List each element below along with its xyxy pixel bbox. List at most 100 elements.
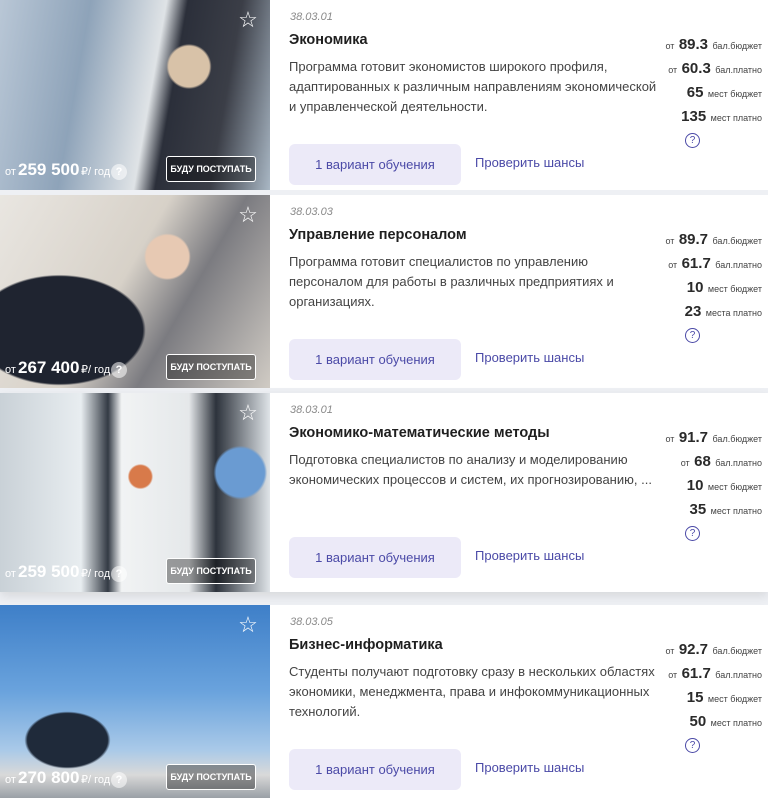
admission-stats: от 89.7 бал.бюджет от 61.7 бал.платно 10… xyxy=(652,231,762,343)
star-outline-icon[interactable]: ☆ xyxy=(236,203,260,227)
admission-stats: от 89.3 бал.бюджет от 60.3 бал.платно 65… xyxy=(652,36,762,148)
price-prefix: от xyxy=(5,364,16,376)
program-description: Программа готовит экономистов широкого п… xyxy=(289,59,657,114)
stat-prefix: от xyxy=(680,458,690,468)
question-icon[interactable]: ? xyxy=(685,328,700,343)
stat-budget-places: 65 мест бюджет xyxy=(652,84,762,108)
apply-button[interactable]: БУДУ ПОСТУПАТЬ xyxy=(166,764,256,790)
program-title[interactable]: Экономико-математические методы xyxy=(289,425,550,441)
question-icon[interactable]: ? xyxy=(685,526,700,541)
study-variants-button[interactable]: 1 вариант обучения xyxy=(289,749,461,790)
program-card: ☆ от 259 500 ₽/ год ? БУДУ ПОСТУПАТЬ 38.… xyxy=(0,0,768,190)
price-prefix: от xyxy=(5,774,16,786)
price-prefix: от xyxy=(5,568,16,580)
stat-prefix: от xyxy=(668,260,678,270)
question-icon[interactable]: ? xyxy=(685,738,700,753)
study-variants-button[interactable]: 1 вариант обучения xyxy=(289,339,461,380)
program-photo[interactable]: ☆ от 259 500 ₽/ год ? БУДУ ПОСТУПАТЬ xyxy=(0,0,270,190)
stat-label: мест бюджет xyxy=(707,694,762,704)
question-icon[interactable]: ? xyxy=(111,164,127,180)
program-code: 38.03.05 xyxy=(290,616,333,628)
stat-label: мест платно xyxy=(710,718,762,728)
apply-button[interactable]: БУДУ ПОСТУПАТЬ xyxy=(166,558,256,584)
stat-budget-score: от 92.7 бал.бюджет xyxy=(652,641,762,665)
price-row: от 267 400 ₽/ год ? БУДУ ПОСТУПАТЬ xyxy=(0,354,270,380)
program-card: ☆ от 270 800 ₽/ год ? БУДУ ПОСТУПАТЬ 38.… xyxy=(0,605,768,798)
question-icon[interactable]: ? xyxy=(111,362,127,378)
check-chances-link[interactable]: Проверить шансы xyxy=(475,350,584,365)
stat-value: 89.7 xyxy=(678,231,709,248)
stat-value: 68 xyxy=(694,453,711,470)
stat-label: бал.бюджет xyxy=(712,646,762,656)
stat-value: 50 xyxy=(689,713,707,730)
stat-label: мест бюджет xyxy=(707,482,762,492)
stat-budget-score: от 89.7 бал.бюджет xyxy=(652,231,762,255)
program-title[interactable]: Управление персоналом xyxy=(289,227,467,243)
stat-label: бал.бюджет xyxy=(712,41,762,51)
stat-prefix: от xyxy=(668,670,678,680)
stat-label: бал.платно xyxy=(715,260,762,270)
stat-paid-places: 35 мест платно xyxy=(652,501,763,525)
stat-label: бал.бюджет xyxy=(712,434,762,444)
program-description: Программа готовит специалистов по управл… xyxy=(289,254,614,309)
program-code: 38.03.03 xyxy=(290,206,333,218)
stat-value: 23 xyxy=(684,303,702,320)
stat-value: 89.3 xyxy=(678,36,709,53)
check-chances-link[interactable]: Проверить шансы xyxy=(475,155,584,170)
price-value: 259 500 xyxy=(18,562,80,581)
stat-prefix: от xyxy=(665,236,675,246)
stat-prefix: от xyxy=(668,65,678,75)
stat-paid-score: от 61.7 бал.платно xyxy=(652,255,762,279)
stat-value: 61.7 xyxy=(681,255,711,272)
price-unit: ₽/ год xyxy=(81,364,111,376)
stat-label: бал.бюджет xyxy=(712,236,762,246)
question-icon[interactable]: ? xyxy=(685,133,700,148)
stat-value: 65 xyxy=(686,84,704,101)
stat-paid-score: от 68 бал.платно xyxy=(652,453,762,477)
price-unit: ₽/ год xyxy=(81,568,111,580)
question-icon[interactable]: ? xyxy=(111,566,127,582)
price-value: 270 800 xyxy=(18,768,80,787)
program-description: Подготовка специалистов по анализу и мод… xyxy=(289,452,652,487)
star-outline-icon[interactable]: ☆ xyxy=(236,401,260,425)
stat-prefix: от xyxy=(665,434,675,444)
program-photo[interactable]: ☆ от 267 400 ₽/ год ? БУДУ ПОСТУПАТЬ xyxy=(0,195,270,388)
apply-button[interactable]: БУДУ ПОСТУПАТЬ xyxy=(166,156,256,182)
stat-label: мест бюджет xyxy=(707,284,762,294)
admission-stats: от 91.7 бал.бюджет от 68 бал.платно 10 м… xyxy=(652,429,763,541)
stat-value: 91.7 xyxy=(678,429,709,446)
program-code: 38.03.01 xyxy=(290,11,333,23)
apply-button[interactable]: БУДУ ПОСТУПАТЬ xyxy=(166,354,256,380)
stat-value: 135 xyxy=(681,108,707,125)
program-title[interactable]: Экономика xyxy=(289,32,368,48)
stat-prefix: от xyxy=(665,646,675,656)
check-chances-link[interactable]: Проверить шансы xyxy=(475,548,584,563)
study-variants-button[interactable]: 1 вариант обучения xyxy=(289,144,461,185)
stat-label: места платно xyxy=(705,308,762,318)
stat-budget-places: 15 мест бюджет xyxy=(652,689,762,713)
star-outline-icon[interactable]: ☆ xyxy=(236,8,260,32)
program-title[interactable]: Бизнес-информатика xyxy=(289,637,443,653)
stat-label: бал.платно xyxy=(715,458,762,468)
study-variants-button[interactable]: 1 вариант обучения xyxy=(289,537,461,578)
question-icon[interactable]: ? xyxy=(111,772,127,788)
star-outline-icon[interactable]: ☆ xyxy=(236,613,260,637)
stat-prefix: от xyxy=(665,41,675,51)
stat-label: мест платно xyxy=(710,506,762,516)
price-row: от 270 800 ₽/ год ? БУДУ ПОСТУПАТЬ xyxy=(0,764,270,790)
program-card: ☆ от 259 500 ₽/ год ? БУДУ ПОСТУПАТЬ 38.… xyxy=(0,393,768,592)
check-chances-link[interactable]: Проверить шансы xyxy=(475,760,584,775)
stat-budget-places: 10 мест бюджет xyxy=(652,279,762,303)
stat-label: мест бюджет xyxy=(707,89,762,99)
price-value: 267 400 xyxy=(18,358,80,377)
stat-value: 15 xyxy=(686,689,704,706)
program-photo[interactable]: ☆ от 270 800 ₽/ год ? БУДУ ПОСТУПАТЬ xyxy=(0,605,270,798)
price-unit: ₽/ год xyxy=(81,774,111,786)
program-description: Студенты получают подготовку сразу в нес… xyxy=(289,664,655,719)
price-unit: ₽/ год xyxy=(81,166,111,178)
stat-value: 60.3 xyxy=(681,60,711,77)
admission-stats: от 92.7 бал.бюджет от 61.7 бал.платно 15… xyxy=(652,641,762,753)
stat-value: 92.7 xyxy=(678,641,709,658)
program-photo[interactable]: ☆ от 259 500 ₽/ год ? БУДУ ПОСТУПАТЬ xyxy=(0,393,270,592)
stat-value: 35 xyxy=(689,501,707,518)
